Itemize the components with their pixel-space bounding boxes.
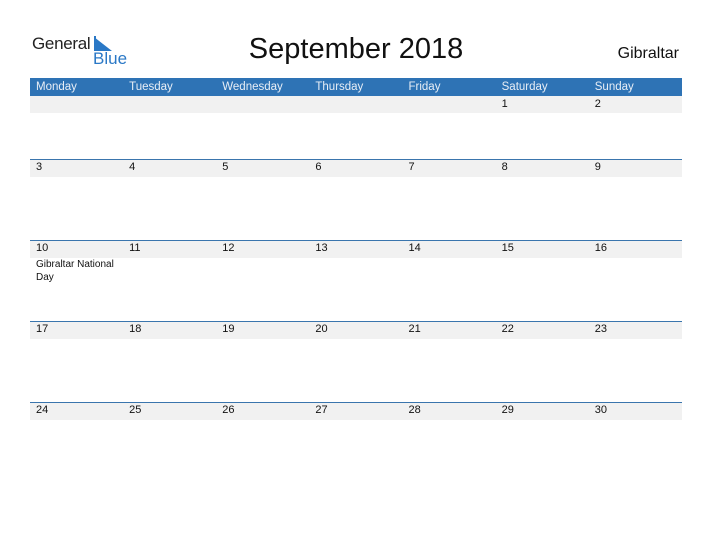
day-cell bbox=[123, 96, 216, 113]
day-number: 25 bbox=[129, 404, 142, 416]
week-row: 10 Gibraltar National Day 11 12 13 14 15 16 bbox=[30, 240, 682, 321]
day-cell: 1 bbox=[496, 96, 589, 113]
day-number: 7 bbox=[408, 161, 415, 173]
weekday-thursday: Thursday bbox=[315, 81, 364, 93]
weekday-header: Monday Tuesday Wednesday Thursday Friday… bbox=[30, 78, 682, 96]
day-cell: 6 bbox=[309, 159, 402, 176]
day-cell: 30 bbox=[589, 402, 682, 419]
day-number: 4 bbox=[129, 161, 136, 173]
weekday-sunday: Sunday bbox=[594, 81, 634, 93]
day-cell: 2 bbox=[589, 96, 682, 113]
day-cell: 5 bbox=[216, 159, 309, 176]
day-number: 9 bbox=[594, 161, 601, 173]
day-cell: 12 bbox=[216, 240, 309, 284]
day-number: 19 bbox=[222, 323, 235, 335]
day-number: 20 bbox=[315, 323, 328, 335]
day-cell: 4 bbox=[123, 159, 216, 176]
day-number: 6 bbox=[315, 161, 322, 173]
day-number: 29 bbox=[501, 404, 514, 416]
day-number: 10 bbox=[36, 242, 49, 254]
day-cell: 24 bbox=[30, 402, 123, 419]
day-number: 23 bbox=[594, 323, 607, 335]
day-number: 3 bbox=[36, 161, 43, 173]
day-number: 15 bbox=[501, 242, 514, 254]
weekday-tuesday: Tuesday bbox=[129, 81, 173, 93]
day-cell: 19 bbox=[216, 321, 309, 338]
day-number: 5 bbox=[222, 161, 229, 173]
day-number: 16 bbox=[594, 242, 607, 254]
day-cell: 27 bbox=[309, 402, 402, 419]
holiday-event: Gibraltar National Day bbox=[36, 259, 114, 283]
week-row: 24 25 26 27 28 29 30 bbox=[30, 402, 682, 483]
day-number: 2 bbox=[594, 98, 601, 110]
day-number: 17 bbox=[36, 323, 49, 335]
day-cell: 7 bbox=[403, 159, 496, 176]
day-cell bbox=[216, 96, 309, 113]
day-cell: 18 bbox=[123, 321, 216, 338]
weekday-wednesday: Wednesday bbox=[222, 81, 283, 93]
day-cell bbox=[30, 96, 123, 113]
day-cell: 25 bbox=[123, 402, 216, 419]
day-cell: 16 bbox=[589, 240, 682, 284]
day-number: 30 bbox=[594, 404, 607, 416]
day-cell: 28 bbox=[403, 402, 496, 419]
weekday-monday: Monday bbox=[36, 81, 77, 93]
day-cell: 21 bbox=[403, 321, 496, 338]
day-number: 18 bbox=[129, 323, 142, 335]
day-number: 1 bbox=[501, 98, 508, 110]
day-cell: 11 bbox=[123, 240, 216, 284]
day-number: 21 bbox=[408, 323, 421, 335]
day-cell: 15 bbox=[496, 240, 589, 284]
weeks-container: 1 2 3 4 5 6 7 8 9 10 Gibraltar National Day 11 12 13 1… bbox=[30, 96, 682, 483]
day-cell bbox=[403, 96, 496, 113]
day-number: 14 bbox=[408, 242, 421, 254]
weekday-saturday: Saturday bbox=[501, 81, 548, 93]
day-number: 11 bbox=[129, 242, 141, 254]
day-number: 28 bbox=[408, 404, 421, 416]
day-cell: 23 bbox=[589, 321, 682, 338]
week-row: 12 bbox=[30, 96, 682, 159]
day-cell: 20 bbox=[309, 321, 402, 338]
day-cell: 8 bbox=[496, 159, 589, 176]
day-cell: 14 bbox=[403, 240, 496, 284]
day-cell: 26 bbox=[216, 402, 309, 419]
day-number: 24 bbox=[36, 404, 49, 416]
calendar-grid: Monday Tuesday Wednesday Thursday Friday… bbox=[30, 78, 682, 483]
weekday-friday: Friday bbox=[408, 81, 441, 93]
day-cell: 22 bbox=[496, 321, 589, 338]
country-label: Gibraltar bbox=[617, 45, 679, 62]
day-number: 27 bbox=[315, 404, 328, 416]
day-cell bbox=[309, 96, 402, 113]
day-cell: 9 bbox=[589, 159, 682, 176]
calendar-title: September 2018 bbox=[248, 33, 464, 65]
day-number: 12 bbox=[222, 242, 235, 254]
day-cell: 10 Gibraltar National Day bbox=[30, 240, 123, 284]
day-number: 8 bbox=[501, 161, 508, 173]
day-cell: 3 bbox=[30, 159, 123, 176]
day-cell: 29 bbox=[496, 402, 589, 419]
day-number: 13 bbox=[315, 242, 328, 254]
day-cell: 13 bbox=[309, 240, 402, 284]
day-number: 22 bbox=[501, 323, 514, 335]
week-row: 3 4 5 6 7 8 9 bbox=[30, 159, 682, 240]
day-cell: 17 bbox=[30, 321, 123, 338]
week-row: 17 18 19 20 21 22 23 bbox=[30, 321, 682, 402]
day-number: 26 bbox=[222, 404, 235, 416]
